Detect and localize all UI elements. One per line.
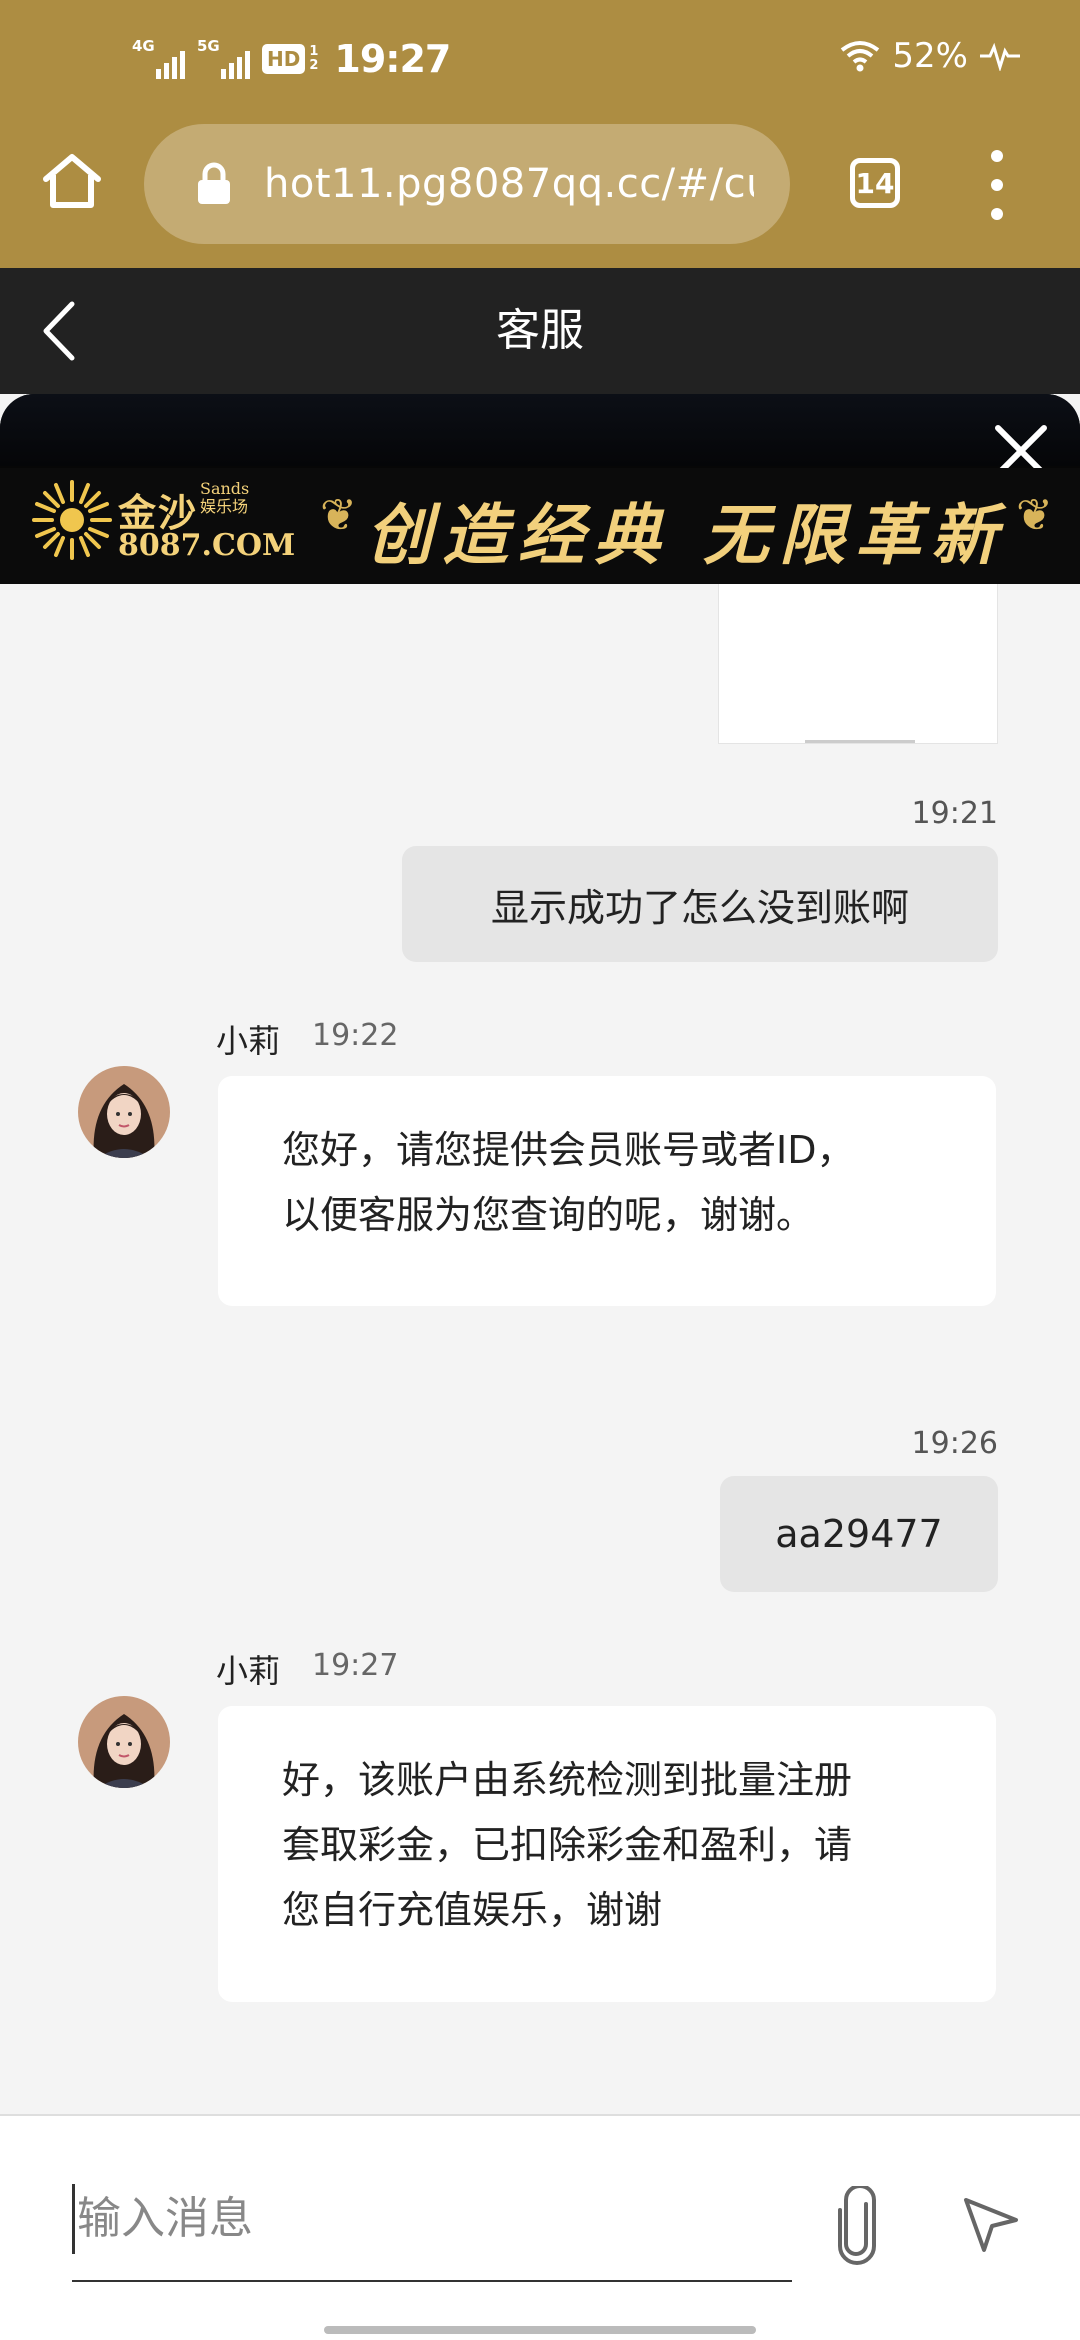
message-line: 套取彩金，已扣除彩金和盈利，请 (282, 1823, 853, 1867)
home-indicator (324, 2326, 756, 2334)
signal-5g-icon: 5G (197, 39, 250, 79)
banner-slogan: 创造经典 无限革新 (366, 496, 1007, 574)
avatar[interactable] (78, 1066, 170, 1158)
back-icon (43, 301, 75, 361)
url-text: hot11.pg8087qq.cc/#/cu (264, 161, 754, 207)
message-input-bar: 输入消息 (0, 2114, 1080, 2340)
browser-chrome: 4G 5G HD 1 2 19:27 52% hot11.pg8087qq.cc… (0, 0, 1080, 268)
hd-sub-1: 1 (309, 44, 319, 59)
incoming-message[interactable]: 好，该账户由系统检测到批量注册 套取彩金，已扣除彩金和盈利，请 您自行充值娱乐，… (218, 1706, 996, 2002)
url-field[interactable]: hot11.pg8087qq.cc/#/cu (144, 124, 790, 244)
agent-name: 小莉 (216, 1652, 281, 1690)
home-button[interactable] (38, 148, 106, 214)
status-right: 52% (840, 36, 1020, 76)
banner-strip: 金沙 Sands 娱乐场 8087.COM ❦ 创造经典 无限革新 ❦ (0, 468, 1080, 584)
wifi-icon (840, 40, 880, 72)
battery-pulse-icon (980, 41, 1020, 71)
message-line: 您好，请您提供会员账号或者ID， (282, 1128, 855, 1172)
home-icon (43, 154, 101, 208)
previous-message-card[interactable] (718, 584, 998, 744)
agent-time: 19:22 (312, 1018, 399, 1053)
chat-area[interactable]: 19:21 显示成功了怎么没到账啊 小莉 19:22 您好，请您提供会员账号或者… (0, 584, 1080, 2114)
send-button[interactable] (960, 2194, 1020, 2254)
signal-5g-label: 5G (197, 37, 220, 55)
outgoing-message[interactable]: aa29477 (720, 1476, 998, 1592)
tab-switcher-button[interactable]: 14 (850, 158, 900, 208)
hd-sub: 1 2 (309, 45, 318, 73)
send-icon (964, 2198, 1018, 2252)
page-title: 客服 (496, 305, 584, 356)
incoming-message[interactable]: 您好，请您提供会员账号或者ID， 以便客服为您查询的呢，谢谢。 (218, 1076, 996, 1306)
brand-sub-1: Sands (200, 479, 250, 498)
previous-card-bar (805, 740, 915, 743)
app-header: 客服 (0, 268, 1080, 394)
outgoing-message[interactable]: 显示成功了怎么没到账啊 (402, 846, 998, 962)
message-line: 以便客服为您查询的呢，谢谢。 (282, 1193, 815, 1237)
paperclip-icon (838, 2184, 876, 2265)
more-icon (991, 150, 1003, 162)
lock-icon (194, 160, 234, 208)
hd-sub-2: 2 (309, 58, 319, 73)
ornament-left-icon: ❦ (320, 490, 357, 541)
hd-badge: HD (262, 44, 306, 74)
message-line: 好，该账户由系统检测到批量注册 (282, 1758, 853, 1802)
signal-4g-icon: 4G (132, 39, 185, 79)
message-input[interactable]: 输入消息 (72, 2184, 797, 2254)
status-time: 19:27 (334, 37, 451, 81)
message-time: 19:21 (911, 796, 998, 831)
brand-sub: Sands 娱乐场 (200, 480, 249, 516)
message-time: 19:26 (911, 1426, 998, 1461)
agent-name: 小莉 (216, 1022, 281, 1060)
battery-percent: 52% (892, 36, 968, 76)
sun-logo-icon (32, 480, 112, 560)
input-underline (72, 2280, 792, 2282)
message-line: 您自行充值娱乐，谢谢 (282, 1888, 663, 1932)
more-menu-button[interactable] (982, 150, 1012, 220)
banner-top (0, 394, 1080, 466)
status-left: 4G 5G HD 1 2 19:27 (132, 34, 451, 84)
status-bar: 4G 5G HD 1 2 19:27 52% (0, 0, 1080, 120)
browser-bar: hot11.pg8087qq.cc/#/cu 14 (0, 120, 1080, 268)
avatar[interactable] (78, 1696, 170, 1788)
ornament-right-icon: ❦ (1016, 490, 1053, 541)
signal-4g-label: 4G (132, 37, 155, 55)
brand-url: 8087.COM (118, 528, 296, 563)
agent-time: 19:27 (312, 1648, 399, 1683)
back-button[interactable] (34, 298, 94, 364)
brand-sub-2: 娱乐场 (200, 497, 249, 516)
promo-banner[interactable]: 金沙 Sands 娱乐场 8087.COM ❦ 创造经典 无限革新 ❦ (0, 394, 1080, 584)
attach-button[interactable] (832, 2184, 882, 2266)
